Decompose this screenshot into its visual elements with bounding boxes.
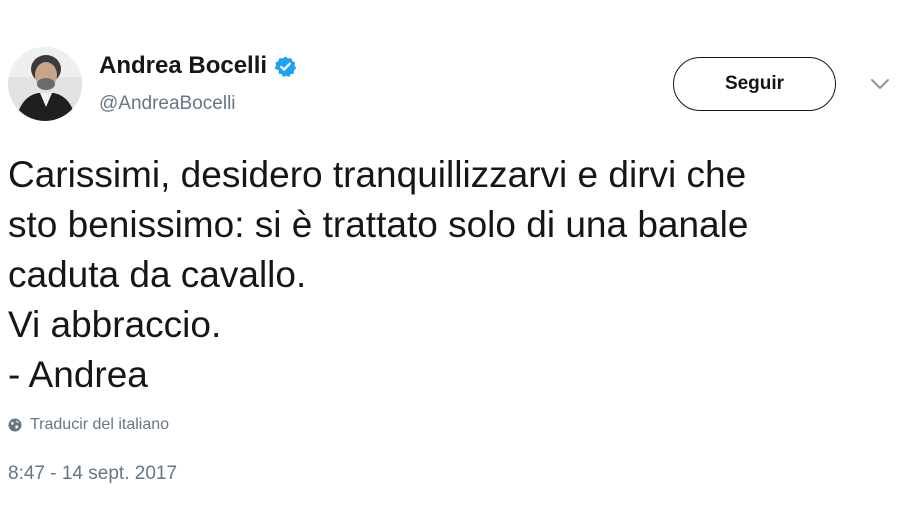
tweet-text: Carissimi, desidero tranquillizzarvi e d… — [8, 150, 900, 400]
globe-icon — [8, 418, 22, 432]
tweet-text-line: Vi abbraccio. — [8, 304, 222, 345]
translate-label[interactable]: Traducir del italiano — [30, 416, 169, 434]
author-display-name[interactable]: Andrea Bocelli — [99, 52, 267, 80]
tweet-text-line: sto benissimo: si è trattato solo di una… — [8, 204, 749, 245]
tweet-timestamp[interactable]: 8:47 - 14 sept. 2017 — [8, 463, 177, 485]
translate-link[interactable]: Traducir del italiano — [8, 416, 169, 434]
avatar-photo — [8, 47, 82, 121]
tweet-text-line: caduta da cavallo. — [8, 254, 307, 295]
author-handle[interactable]: @AndreaBocelli — [99, 93, 236, 115]
tweet-text-line: - Andrea — [8, 354, 148, 395]
follow-button[interactable]: Seguir — [673, 57, 836, 111]
avatar[interactable] — [8, 47, 82, 121]
tweet-text-line: Carissimi, desidero tranquillizzarvi e d… — [8, 154, 747, 195]
tweet-card: Andrea Bocelli @AndreaBocelli Seguir Car… — [0, 0, 900, 506]
author-name-row[interactable]: Andrea Bocelli — [99, 52, 297, 80]
verified-badge-icon — [274, 55, 297, 78]
chevron-down-icon[interactable] — [869, 77, 891, 91]
